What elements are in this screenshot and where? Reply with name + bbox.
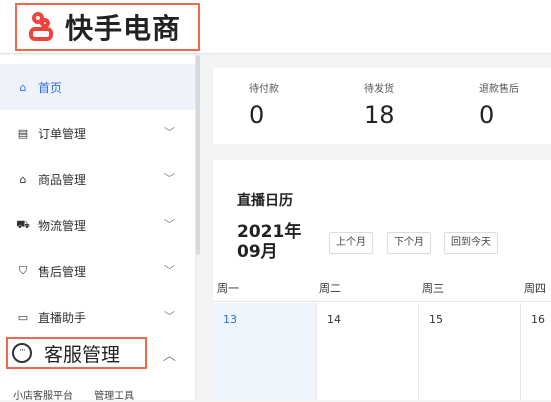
back-to-today-button[interactable]: 回到今天	[444, 232, 498, 254]
sidebar-item-goods[interactable]: ⌂ 商品管理 ﹀	[0, 156, 195, 202]
live-icon: ▭	[17, 310, 29, 324]
stat-label: 待发货	[364, 84, 394, 95]
weekday-label: 周二	[319, 282, 341, 295]
calendar-weekday-header: 周一 周二 周三 周四	[213, 272, 551, 302]
sidebar-item-after-sales[interactable]: ⛉ 售后管理 ﹀	[0, 248, 195, 294]
order-icon: ▤	[17, 126, 29, 140]
sidebar-item-live-assistant[interactable]: ▭ 直播助手 ﹀	[0, 294, 195, 340]
stat-label: 待付款	[249, 84, 279, 95]
stat-label: 退款售后	[479, 84, 519, 95]
calendar-day-grid: 13 14 15 16	[213, 303, 551, 400]
brand-name: 快手电商	[65, 12, 182, 45]
chevron-down-icon[interactable]: ﹀	[164, 216, 175, 232]
sidebar-scrollbar[interactable]	[196, 55, 200, 255]
sidebar-item-customer-service[interactable]: ··· 客服管理	[6, 337, 147, 369]
calendar-day-cell[interactable]: 15	[419, 303, 521, 400]
weekday-label: 周四	[524, 282, 546, 295]
chevron-down-icon[interactable]: ﹀	[164, 170, 175, 186]
order-stats-card: 待付款 0 待发货 18 退款售后 0	[213, 68, 551, 144]
prev-month-button[interactable]: 上个月	[329, 232, 373, 254]
top-header: 快手电商	[0, 0, 551, 54]
kuaishou-logo-icon	[27, 12, 57, 42]
sidebar-item-orders[interactable]: ▤ 订单管理 ﹀	[0, 110, 195, 156]
sidebar-item-home[interactable]: ⌂ 首页	[0, 64, 195, 110]
chevron-down-icon[interactable]: ﹀	[164, 124, 175, 140]
next-month-button[interactable]: 下个月	[387, 232, 431, 254]
stat-value: 18	[364, 101, 395, 129]
calendar-title: 直播日历	[237, 193, 293, 209]
calendar-year: 2021年	[237, 222, 302, 242]
sidebar-item-label: 客服管理	[44, 343, 121, 366]
weekday-label: 周一	[217, 282, 239, 295]
sidebar-item-label: 直播助手	[38, 310, 87, 325]
sidebar-nav: ⌂ 首页 ▤ 订单管理 ﹀ ⌂ 商品管理 ﹀ ⛟ 物流管理 ﹀ ⛉ 售后管理 ﹀…	[0, 55, 196, 402]
shield-icon: ⛉	[18, 264, 28, 277]
truck-icon: ⛟	[16, 217, 30, 231]
chevron-down-icon[interactable]: ﹀	[164, 308, 175, 324]
sidebar-item-label: 首页	[38, 80, 63, 95]
submenu-link-store-cs-platform[interactable]: 小店客服平台	[13, 391, 73, 402]
calendar-day-cell[interactable]: 16	[521, 303, 551, 400]
stat-refunds[interactable]: 退款售后 0	[479, 80, 519, 129]
sidebar-item-logistics[interactable]: ⛟ 物流管理 ﹀	[0, 202, 195, 248]
stat-value: 0	[249, 101, 265, 129]
sidebar-item-label: 售后管理	[38, 264, 87, 279]
sidebar-item-label: 商品管理	[38, 172, 87, 187]
chat-bubble-icon: ···	[12, 343, 32, 363]
calendar-month: 09月	[237, 242, 278, 262]
stat-value: 0	[479, 101, 495, 129]
calendar-current-month: 2021年 09月	[237, 222, 307, 262]
home-icon: ⌂	[19, 80, 27, 94]
chevron-up-icon[interactable]: ︿	[163, 345, 176, 364]
sidebar-item-label: 物流管理	[38, 218, 87, 233]
submenu-link-management-tools[interactable]: 管理工具	[94, 391, 134, 402]
calendar-day-cell[interactable]: 14	[317, 303, 419, 400]
calendar-day-cell[interactable]: 13	[213, 303, 317, 400]
stat-pending-payment[interactable]: 待付款 0	[249, 80, 279, 129]
brand-logo[interactable]: 快手电商	[15, 3, 200, 51]
sidebar-item-label: 订单管理	[38, 126, 87, 141]
weekday-label: 周三	[422, 282, 444, 295]
chevron-down-icon[interactable]: ﹀	[164, 262, 175, 278]
stat-pending-shipment[interactable]: 待发货 18	[364, 80, 395, 129]
goods-icon: ⌂	[19, 172, 27, 186]
live-calendar-card: 直播日历 2021年 09月 上个月 下个月 回到今天 周一 周二 周三 周四 …	[213, 160, 551, 400]
